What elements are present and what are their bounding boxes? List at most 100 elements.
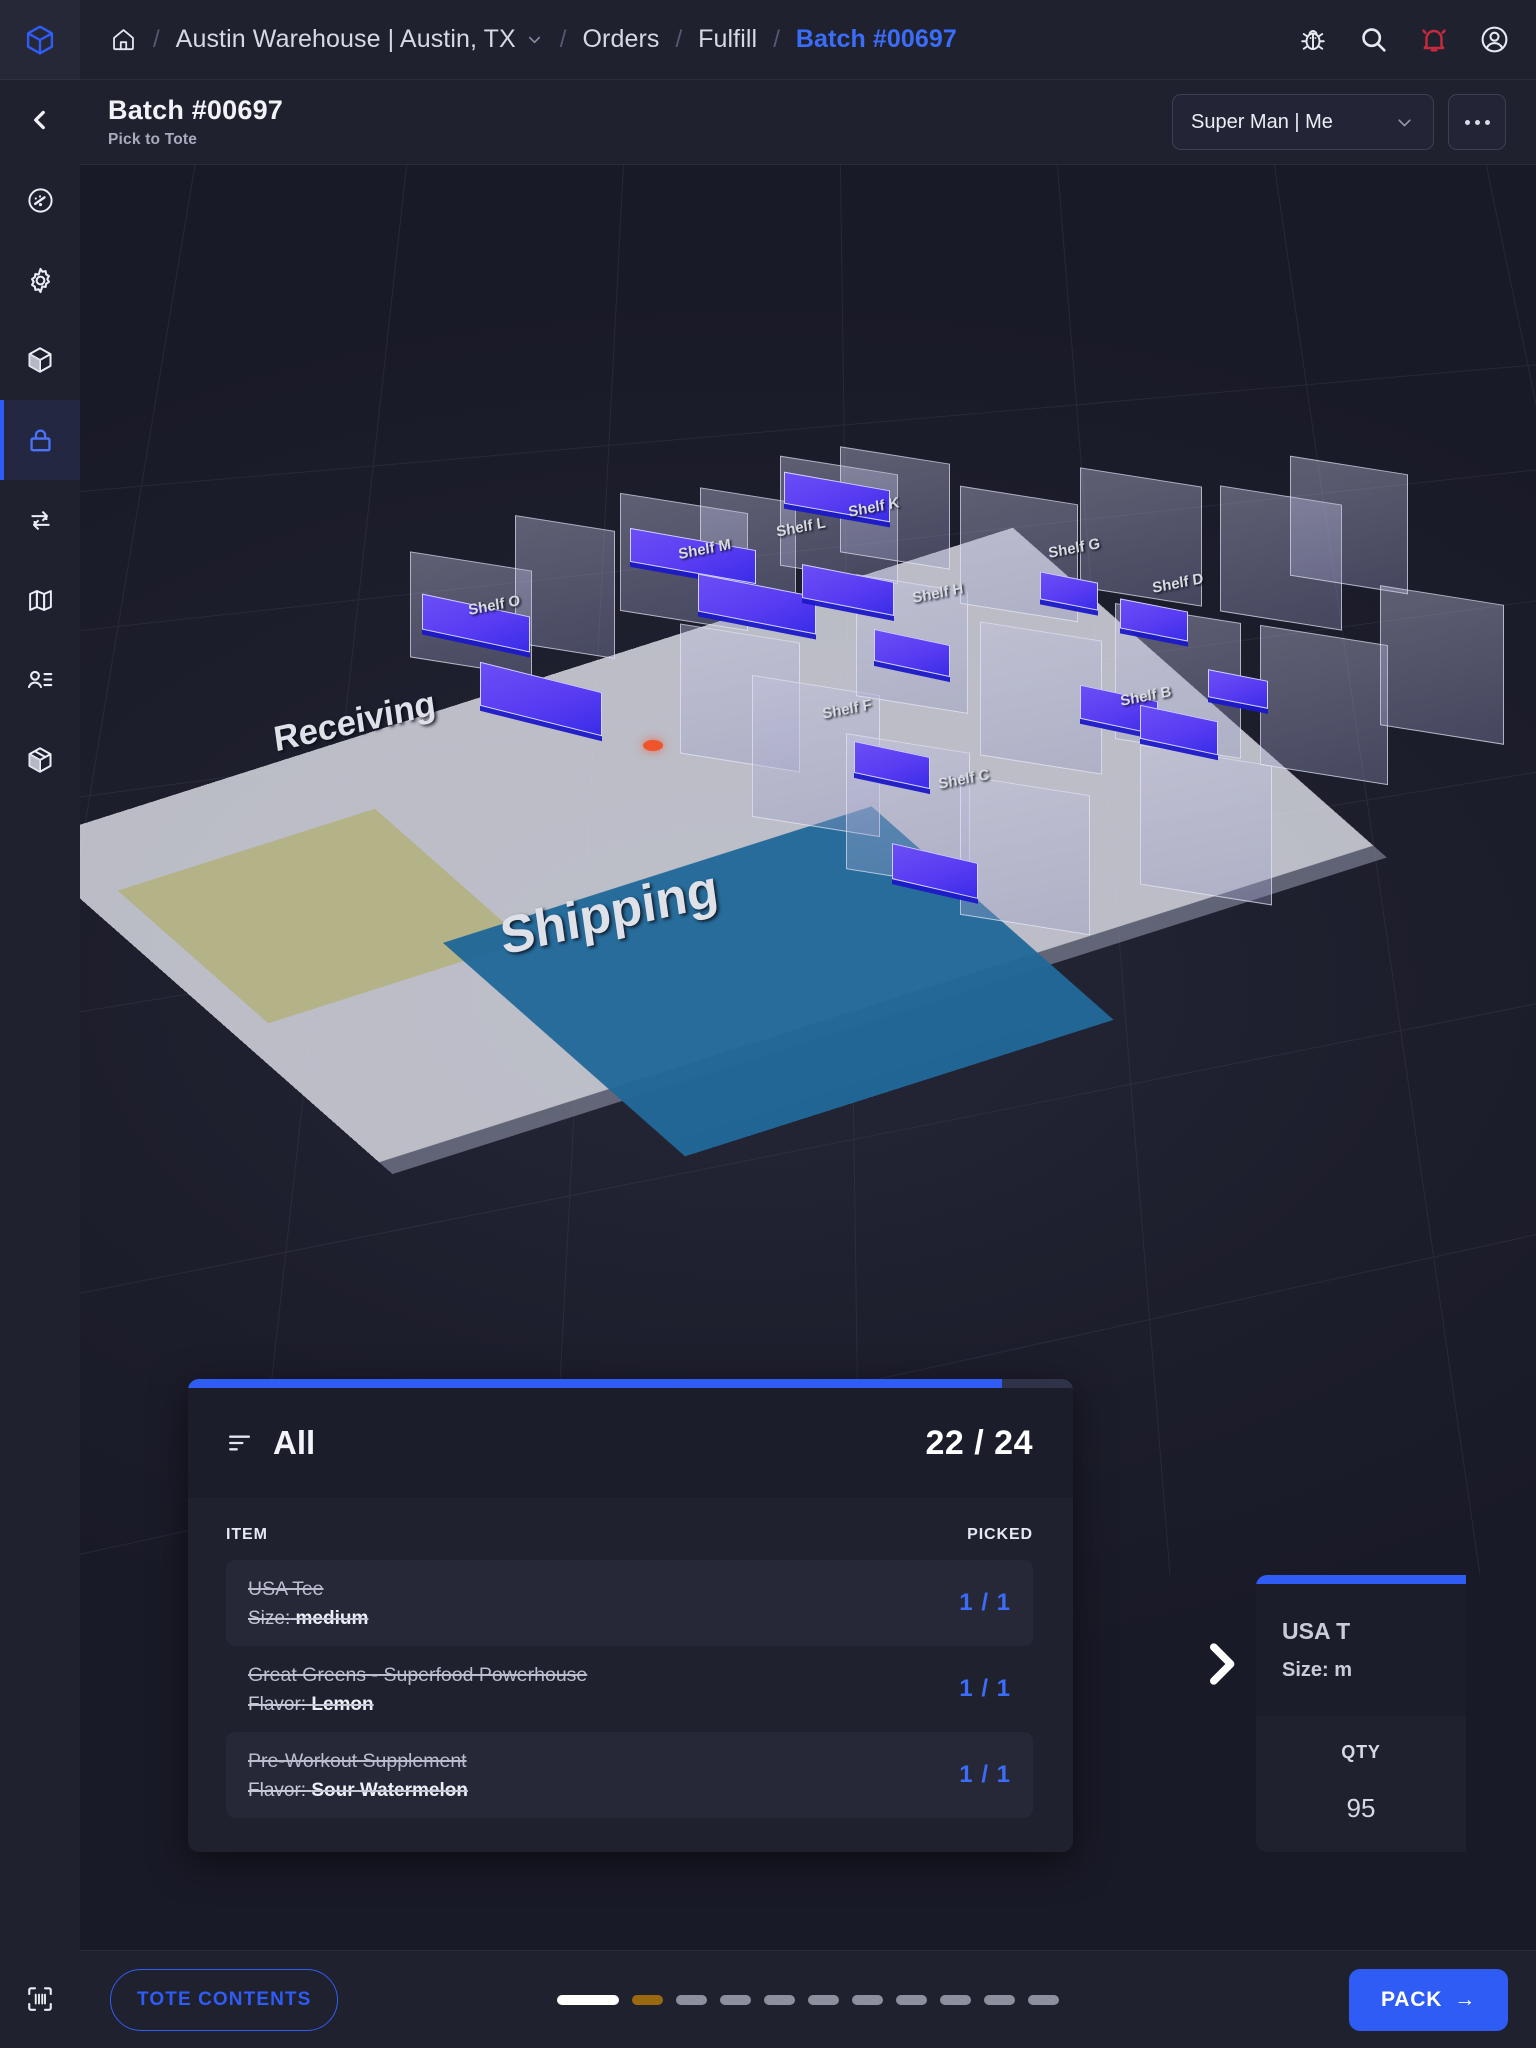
gauge-icon — [27, 187, 53, 213]
item-name: Pre-Workout Supplement — [248, 1750, 467, 1773]
breadcrumb-item-orders[interactable]: Orders — [582, 25, 659, 54]
sidebar-item-settings[interactable] — [0, 240, 80, 320]
item-info: Great Greens - Superfood Powerhouse Flav… — [248, 1662, 959, 1715]
item-meta-key: Flavor: — [248, 1693, 307, 1715]
pagination-pill[interactable] — [1028, 1994, 1059, 2005]
sidebar-item-map[interactable] — [0, 560, 80, 640]
sidebar-scan-button[interactable] — [0, 1950, 80, 2048]
shelf-rack[interactable] — [1260, 624, 1388, 786]
pagination-pill[interactable] — [720, 1994, 751, 2005]
column-header-item: ITEM — [226, 1526, 268, 1543]
sidebar-item-inventory[interactable] — [0, 320, 80, 400]
chevron-down-icon — [1398, 118, 1411, 126]
filter-sort-icon — [229, 1435, 251, 1451]
breadcrumb-item-fulfill[interactable]: Fulfill — [698, 25, 757, 54]
chevron-right-icon — [1210, 1643, 1235, 1685]
table-column-headers: ITEM PICKED — [226, 1498, 1033, 1560]
breadcrumb-item-batch[interactable]: Batch #00697 — [796, 25, 957, 54]
sidebar-item-fulfill[interactable] — [0, 400, 80, 480]
pagination-pill[interactable] — [557, 1994, 619, 2005]
dot — [1464, 119, 1470, 125]
app-logo[interactable] — [0, 0, 80, 80]
chevron-left-icon — [34, 110, 45, 130]
shelf-rack[interactable] — [515, 515, 615, 659]
item-meta-value: Lemon — [311, 1693, 374, 1715]
pick-list-header: All 22 / 24 — [188, 1388, 1073, 1498]
lock-icon — [29, 429, 51, 451]
dot — [1484, 119, 1490, 125]
item-meta-value: Sour Watermelon — [311, 1779, 468, 1801]
item-meta: Flavor: Sour Watermelon — [248, 1780, 959, 1802]
tote-contents-button[interactable]: TOTE CONTENTS — [110, 1968, 339, 2031]
home-icon — [113, 29, 134, 51]
table-row-partial — [226, 1818, 1033, 1852]
breadcrumb-separator: / — [675, 25, 683, 53]
pagination-pill[interactable] — [940, 1994, 971, 2005]
sidebar-item-dashboard[interactable] — [0, 160, 80, 240]
item-info: USA Tee Size: medium — [248, 1576, 959, 1629]
item-meta-key: Size: — [248, 1607, 291, 1629]
pick-list-card: All 22 / 24 ITEM PICKED USA Tee Size: me… — [188, 1379, 1073, 1852]
sidebar-item-transfers[interactable] — [0, 480, 80, 560]
breadcrumb-item-warehouse[interactable]: Austin Warehouse | Austin, TX — [176, 25, 544, 54]
notifications-button[interactable] — [1419, 25, 1449, 55]
arrow-right-icon: → — [1454, 1987, 1476, 2011]
pick-list-panel: All 22 / 24 ITEM PICKED USA Tee Size: me… — [188, 1379, 1378, 1852]
item-name: Great Greens - Superfood Powerhouse — [248, 1664, 588, 1687]
overflow-menu-button[interactable] — [1448, 94, 1506, 150]
topbar-actions — [1298, 24, 1510, 55]
bug-report-button[interactable] — [1298, 25, 1328, 55]
item-meta: Size: medium — [248, 1608, 959, 1630]
pick-list-body: ITEM PICKED USA Tee Size: medium 1 / 1 G… — [188, 1498, 1073, 1852]
picked-count: 22 / 24 — [925, 1423, 1033, 1462]
item-picked-count: 1 / 1 — [959, 1761, 1011, 1788]
column-header-picked: PICKED — [967, 1526, 1033, 1543]
next-card-button[interactable] — [1192, 1635, 1250, 1698]
zone-receiving[interactable] — [117, 808, 526, 1024]
table-row[interactable]: USA Tee Size: medium 1 / 1 — [226, 1560, 1033, 1646]
shelf-rack[interactable] — [1380, 585, 1504, 745]
breadcrumb: / Austin Warehouse | Austin, TX / Orders… — [110, 25, 1298, 54]
pack-button-label: PACK — [1381, 1987, 1443, 2011]
filter-sort-button[interactable] — [226, 1429, 254, 1457]
home-button[interactable] — [110, 26, 137, 53]
filter-label: All — [273, 1424, 316, 1461]
assignee-select-value: Super Man | Me — [1191, 110, 1333, 133]
gear-icon — [30, 267, 50, 293]
chevron-down-icon — [528, 36, 540, 44]
assignee-select[interactable]: Super Man | Me — [1172, 94, 1434, 150]
item-info: Pre-Workout Supplement Flavor: Sour Wate… — [248, 1748, 959, 1801]
breadcrumb-bar: / Austin Warehouse | Austin, TX / Orders… — [80, 0, 1536, 80]
item-meta-key: Flavor: — [248, 1779, 307, 1801]
search-button[interactable] — [1358, 24, 1389, 55]
pagination-pill[interactable] — [984, 1994, 1015, 2005]
pagination-pill[interactable] — [676, 1994, 707, 2005]
table-row[interactable]: Great Greens - Superfood Powerhouse Flav… — [226, 1646, 1033, 1732]
account-button[interactable] — [1479, 24, 1510, 55]
pagination-pill[interactable] — [896, 1994, 927, 2005]
sync-arrows-icon — [31, 510, 49, 530]
warehouse-3d-view[interactable]: Receiving Shipping Shelf O Shelf M Shelf… — [80, 165, 1536, 1950]
shelf-rack[interactable] — [960, 774, 1090, 936]
shelf-rack[interactable] — [1140, 744, 1272, 906]
sidebar-item-users[interactable] — [0, 640, 80, 720]
shelf-rack[interactable] — [1290, 455, 1408, 595]
pack-button[interactable]: PACK → — [1349, 1968, 1508, 2031]
shelf-rack[interactable] — [1080, 467, 1202, 607]
item-meta-value: medium — [295, 1607, 369, 1629]
pagination-pill[interactable] — [852, 1994, 883, 2005]
cube-icon — [28, 347, 52, 373]
progress-fill — [188, 1379, 1003, 1388]
pagination-pill[interactable] — [632, 1994, 663, 2005]
breadcrumb-label: Austin Warehouse | Austin, TX — [175, 25, 516, 53]
pagination-pill[interactable] — [764, 1994, 795, 2005]
table-row[interactable]: Pre-Workout Supplement Flavor: Sour Wate… — [226, 1732, 1033, 1818]
bottom-action-bar: TOTE CONTENTS PACK → — [80, 1950, 1536, 2048]
page-header-actions: Super Man | Me — [1172, 94, 1506, 150]
pagination-pill[interactable] — [808, 1994, 839, 2005]
item-name: USA Tee — [248, 1578, 324, 1601]
item-meta: Flavor: Lemon — [248, 1694, 959, 1716]
sidebar-item-packages[interactable] — [0, 720, 80, 800]
page-subtitle: Pick to Tote — [108, 131, 198, 149]
sidebar-collapse-button[interactable] — [0, 80, 80, 160]
